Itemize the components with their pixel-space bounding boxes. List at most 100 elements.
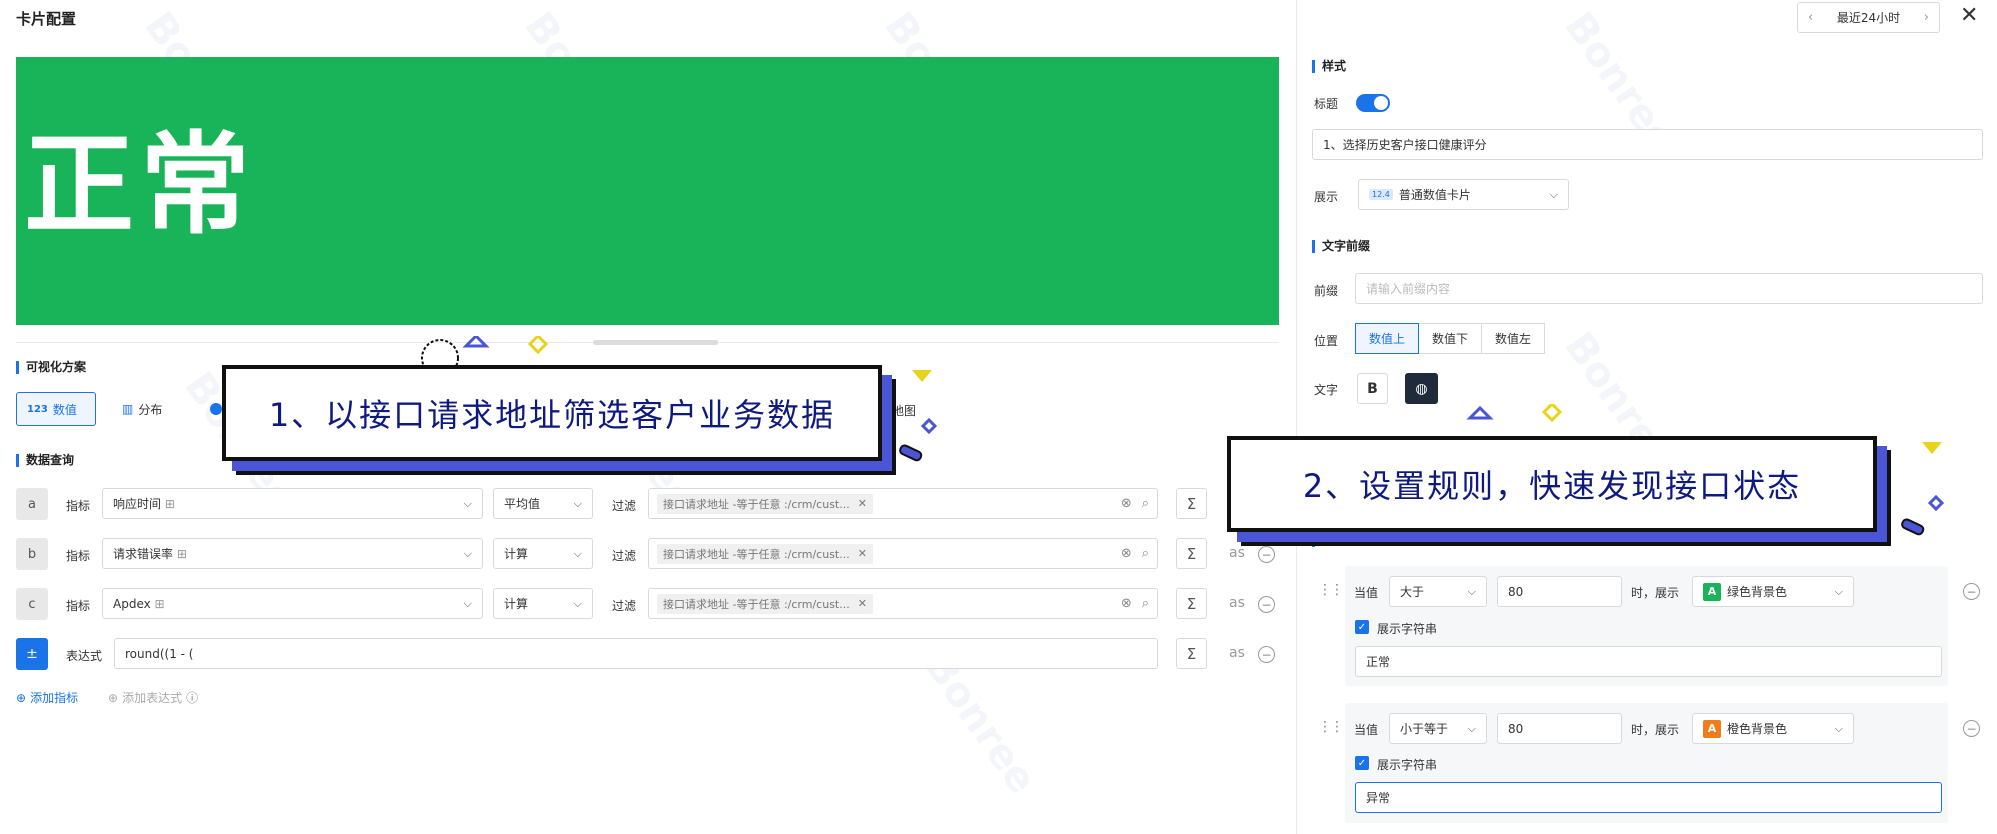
show-string-checkbox[interactable]: ✓	[1355, 756, 1369, 770]
agg-select[interactable]: 计算 ⌵	[493, 538, 593, 569]
clear-icon[interactable]: ⊗	[1121, 596, 1132, 611]
metric-select[interactable]: 请求错误率 ⊞ ⌵	[102, 538, 483, 569]
filter-tag[interactable]: 接口请求地址 -等于任意 :/crm/cust... ✕	[657, 493, 873, 514]
search-icon[interactable]: ⌕	[1142, 596, 1149, 611]
time-range-picker[interactable]: ‹ 最近24小时 ›	[1797, 2, 1940, 33]
chevron-down-icon: ⌵	[1467, 584, 1476, 598]
preview-value: 正常	[24, 121, 256, 249]
decor-triangle-yellow	[912, 370, 932, 382]
filter-label: 过滤	[612, 549, 637, 563]
close-icon[interactable]: ✕	[1960, 4, 1978, 28]
rule-op-select[interactable]: 大于 ⌵	[1389, 576, 1487, 607]
filter-tag-text: 接口请求地址 -等于任意 :/crm/cust...	[663, 597, 850, 611]
metric-select[interactable]: 响应时间 ⊞ ⌵	[102, 488, 483, 519]
filter-label: 过滤	[612, 499, 637, 513]
remove-row-icon[interactable]: −	[1258, 596, 1275, 613]
agg-value: 计算	[504, 597, 529, 611]
sigma-button[interactable]: Σ	[1176, 588, 1207, 619]
agg-select[interactable]: 计算 ⌵	[493, 588, 593, 619]
position-left[interactable]: 数值左	[1481, 323, 1546, 354]
bold-button[interactable]: B	[1357, 373, 1388, 404]
vis-option-distribution[interactable]: ▥ 分布	[112, 392, 172, 426]
close-icon[interactable]: ✕	[858, 597, 867, 610]
rule-value-input[interactable]: 80	[1497, 576, 1622, 607]
sigma-button[interactable]: Σ	[1176, 488, 1207, 519]
remove-row-icon[interactable]: −	[1258, 546, 1275, 563]
sigma-button[interactable]: Σ	[1176, 538, 1207, 569]
rule-display-value: 橙色背景色	[1727, 722, 1788, 736]
remove-row-icon[interactable]: −	[1258, 646, 1275, 663]
search-icon[interactable]: ⌕	[1142, 496, 1149, 511]
chevron-down-icon: ⌵	[463, 496, 472, 510]
when-label: 当值	[1354, 723, 1379, 737]
agg-select[interactable]: 平均值 ⌵	[493, 488, 593, 519]
filter-input[interactable]: 接口请求地址 -等于任意 :/crm/cust... ✕ ⊗ ⌕	[648, 538, 1158, 569]
decor-triangle-yellow	[1922, 442, 1942, 454]
sigma-button[interactable]: Σ	[1176, 638, 1207, 669]
add-expression-button[interactable]: ⊕ 添加表达式 ⓘ	[108, 689, 198, 706]
chevron-down-icon: ⌵	[1549, 187, 1558, 201]
close-icon[interactable]: ✕	[858, 547, 867, 560]
add-metric-label: 添加指标	[30, 691, 79, 705]
rules-section-title: 规则	[1312, 534, 1346, 547]
remove-rule-icon[interactable]: −	[1963, 583, 1980, 600]
expression-label: 表达式	[66, 649, 103, 663]
rule-op-select[interactable]: 小于等于 ⌵	[1389, 713, 1487, 744]
filter-tag[interactable]: 接口请求地址 -等于任意 :/crm/cust... ✕	[657, 543, 873, 564]
info-icon: ⓘ	[186, 691, 199, 705]
chevron-down-icon: ⌵	[1834, 721, 1843, 735]
rule-string-input[interactable]: 异常	[1355, 782, 1942, 813]
vis-option-number[interactable]: 123 数值	[16, 392, 96, 426]
rule-display-select[interactable]: A 绿色背景色 ⌵	[1692, 576, 1854, 607]
position-above[interactable]: 数值上	[1355, 323, 1420, 354]
search-icon[interactable]: ⌕	[1142, 546, 1149, 561]
filter-tag-text: 接口请求地址 -等于任意 :/crm/cust...	[663, 497, 850, 511]
expression-input[interactable]: round((1 - (	[114, 638, 1158, 669]
table-icon: ⊞	[176, 547, 187, 561]
position-segmented[interactable]: 数值上 数值下 数值左	[1355, 323, 1546, 354]
bar-chart-icon: ▥	[122, 402, 134, 416]
number-icon: 123	[27, 403, 48, 415]
metric-value: 响应时间	[113, 497, 162, 511]
decor-pill	[899, 444, 923, 462]
position-below[interactable]: 数值下	[1418, 323, 1483, 354]
panel-divider	[1296, 0, 1297, 834]
show-string-checkbox[interactable]: ✓	[1355, 620, 1369, 634]
rule-display-select[interactable]: A 橙色背景色 ⌵	[1692, 713, 1854, 744]
vis-option-label: 分布	[138, 402, 163, 417]
chevron-right-icon[interactable]: ›	[1924, 10, 1929, 25]
add-expression-label: 添加表达式	[122, 691, 183, 705]
close-icon[interactable]: ✕	[858, 497, 867, 510]
prefix-input[interactable]: 请输入前缀内容	[1355, 273, 1983, 304]
title-label: 标题	[1314, 97, 1339, 111]
filter-input[interactable]: 接口请求地址 -等于任意 :/crm/cust... ✕ ⊗ ⌕	[648, 588, 1158, 619]
chevron-left-icon[interactable]: ‹	[1808, 10, 1813, 25]
chevron-down-icon: ⌵	[573, 596, 582, 610]
rule-string-input[interactable]: 正常	[1355, 646, 1942, 677]
filter-tag[interactable]: 接口请求地址 -等于任意 :/crm/cust... ✕	[657, 593, 873, 614]
palette-icon[interactable]: ◍	[1405, 373, 1438, 404]
title-toggle[interactable]	[1356, 94, 1390, 112]
metric-value: Apdex	[113, 596, 151, 611]
expression-icon: ±	[16, 638, 48, 670]
then-label: 时，展示	[1631, 723, 1680, 737]
title-input[interactable]: 1、选择历史客户接口健康评分	[1312, 129, 1983, 160]
clear-icon[interactable]: ⊗	[1121, 546, 1132, 561]
display-select[interactable]: 12.4 普通数值卡片 ⌵	[1358, 179, 1569, 210]
decor-pill	[1901, 518, 1925, 536]
plus-circle-icon: ⊕	[108, 690, 119, 705]
color-badge-icon: A	[1703, 582, 1721, 601]
drag-handle-icon[interactable]: ⋮⋮	[1318, 719, 1344, 735]
metric-select[interactable]: Apdex ⊞ ⌵	[102, 588, 483, 619]
chevron-down-icon: ⌵	[1467, 721, 1476, 735]
metric-label: 指标	[66, 549, 91, 563]
rule-value-input[interactable]: 80	[1497, 713, 1622, 744]
clear-icon[interactable]: ⊗	[1121, 496, 1132, 511]
time-range-label: 最近24小时	[1836, 11, 1901, 25]
drag-handle-icon[interactable]: ⋮⋮	[1318, 582, 1344, 598]
filter-input[interactable]: 接口请求地址 -等于任意 :/crm/cust... ✕ ⊗ ⌕	[648, 488, 1158, 519]
style-section-title: 样式	[1312, 60, 1346, 73]
add-metric-button[interactable]: ⊕ 添加指标	[16, 689, 78, 706]
show-string-label: 展示字符串	[1377, 622, 1438, 636]
remove-rule-icon[interactable]: −	[1963, 720, 1980, 737]
